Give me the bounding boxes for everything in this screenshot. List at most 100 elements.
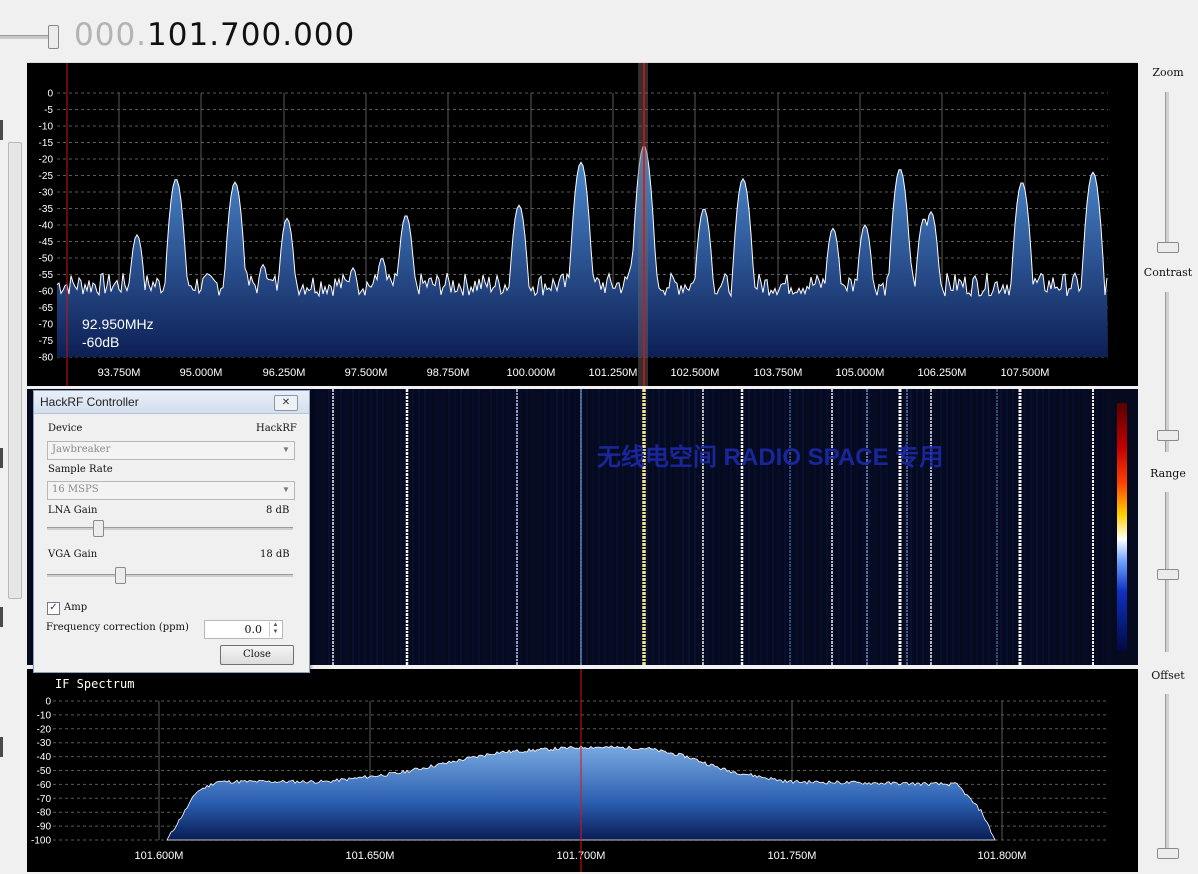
spin-arrows-icon[interactable]: ▲ ▼ [269,622,281,637]
y-tick-label: -35 [39,204,54,215]
left-scrollbar[interactable] [8,142,22,599]
y-tick-label: -25 [39,171,54,182]
zoom-label: Zoom [1152,66,1184,79]
x-tick-label: 101.800M [978,850,1027,862]
y-tick-label: -90 [37,822,52,833]
x-tick-label: 106.250M [918,367,967,379]
x-tick-label: 93.750M [98,367,141,379]
vga-gain-slider-thumb[interactable] [115,567,126,584]
sample-rate-select[interactable]: 16 MSPS ▼ [47,481,295,500]
main-spectrum-panel[interactable]: 0 -5 -10 -15 -20 -25 -30 -35 -40 -45 -50 -55 -60 -65 -… [27,63,1138,386]
offset-slider-track[interactable] [1165,694,1169,854]
y-tick-label: -70 [37,794,52,805]
watermark-text: 无线电空间 RADIO SPACE 专用 [597,444,944,471]
contrast-label: Contrast [1143,266,1193,279]
vga-gain-value: 18 dB [260,549,290,560]
sample-rate-label: Sample Rate [48,464,113,475]
left-edge-tick [0,737,3,757]
y-tick-label: -100 [31,836,51,847]
y-tick-label: -30 [37,738,52,749]
sample-rate-value: 16 MSPS [52,484,99,495]
lna-gain-slider-track[interactable] [47,527,293,530]
spectrum-fill [57,146,1108,357]
y-tick-label: -80 [39,353,54,364]
lna-gain-label: LNA Gain [48,505,98,516]
left-edge-tick [0,607,3,627]
left-scroll-strip [0,62,26,874]
y-tick-label: -20 [37,724,52,735]
amp-checkbox[interactable]: ✓ [47,602,60,615]
close-button[interactable]: Close [220,645,294,665]
x-tick-label: 102.500M [671,367,720,379]
dialog-titlebar[interactable]: HackRF Controller ✕ [34,391,309,414]
chevron-down-icon: ▼ [282,445,290,454]
x-tick-label: 100.000M [507,367,556,379]
dialog-title: HackRF Controller [40,395,139,409]
contrast-slider-thumb[interactable] [1157,430,1179,441]
y-tick-label: -60 [37,780,52,791]
lna-gain-slider-thumb[interactable] [93,520,104,537]
x-tick-label: 96.250M [263,367,306,379]
vga-gain-slider-track[interactable] [47,574,293,577]
y-tick-label: -60 [39,287,54,298]
y-tick-label: -70 [39,320,54,331]
chevron-down-icon: ▼ [282,485,290,494]
tuning-slider-thumb[interactable] [48,25,59,49]
device-label: Device [48,423,83,434]
ppm-label: Frequency correction (ppm) [46,622,189,633]
device-select-value: Jawbreaker [52,444,111,455]
x-tick-label: 107.500M [1001,367,1050,379]
frequency-bar: 000.101.700.000 [0,0,1198,63]
main-spectrum-plot[interactable]: 0 -5 -10 -15 -20 -25 -30 -35 -40 -45 -50 -55 -60 -65 -… [27,63,1138,386]
y-tick-label: -55 [39,270,54,281]
y-tick-label: -30 [39,188,54,199]
offset-slider-thumb[interactable] [1157,848,1179,859]
y-tick-label: -10 [37,710,52,721]
y-tick-label: -50 [37,766,52,777]
contrast-slider-track[interactable] [1165,292,1169,452]
zoom-slider-thumb[interactable] [1157,242,1179,253]
mouse-readout: 92.950MHz -60dB [82,315,154,351]
device-select[interactable]: Jawbreaker ▼ [47,441,295,460]
if-spectrum-title: IF Spectrum [55,677,135,691]
zoom-slider-track[interactable] [1165,92,1169,252]
y-tick-label: -15 [39,138,54,149]
if-spectrum-panel[interactable]: 0 -10 -20 -30 -40 -50 -60 -70 -80 -90 -100 101.600M… [27,669,1138,872]
y-tick-label: -10 [39,122,54,133]
y-tick-label: -50 [39,254,54,265]
hackrf-controller-dialog: HackRF Controller ✕ Device HackRF Jawbre… [33,390,310,673]
dialog-close-icon[interactable]: ✕ [274,395,298,411]
left-edge-tick [0,120,3,140]
x-tick-label: 101.750M [768,850,817,862]
x-tick-label: 101.650M [346,850,395,862]
y-tick-label: 0 [45,697,51,708]
y-tick-label: -40 [39,221,54,232]
left-edge-tick [0,448,3,468]
y-tick-label: -65 [39,303,54,314]
y-tick-label: 0 [47,89,53,100]
if-spectrum-plot[interactable]: 0 -10 -20 -30 -40 -50 -60 -70 -80 -90 -100 101.600M… [27,669,1138,872]
x-tick-label: 95.000M [180,367,223,379]
x-tick-label: 105.000M [836,367,885,379]
frequency-digits[interactable]: 101.700.000 [147,17,355,53]
lna-gain-value: 8 dB [266,505,290,516]
y-tick-label: -80 [37,808,52,819]
x-tick-label: 97.500M [345,367,388,379]
frequency-leading-digits: 000. [74,17,148,53]
y-tick-label: -75 [39,336,54,347]
range-label: Range [1150,467,1186,480]
range-slider-thumb[interactable] [1157,569,1179,580]
x-tick-label: 98.750M [427,367,470,379]
ppm-spinbox[interactable]: 0.0 ▲ ▼ [204,620,283,639]
frequency-display[interactable]: 000.101.700.000 [74,17,355,53]
amp-label: Amp [64,602,88,613]
x-tick-label: 101.250M [589,367,638,379]
waterfall-colorbar [1117,403,1127,651]
offset-label: Offset [1151,669,1185,682]
x-tick-label: 103.750M [754,367,803,379]
mouse-frequency: 92.950MHz [82,316,154,332]
y-tick-label: -45 [39,237,54,248]
y-tick-label: -40 [37,752,52,763]
mouse-level: -60dB [82,334,120,350]
filter-bandwidth-overlay [638,63,648,386]
